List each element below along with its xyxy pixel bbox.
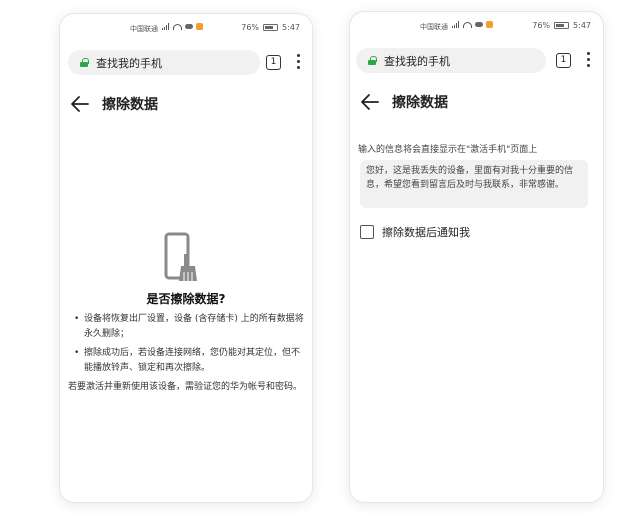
notify-checkbox[interactable] [360,225,374,239]
lock-icon [80,58,89,67]
cloud-icon [185,24,193,29]
notify-checkbox-label: 擦除数据后通知我 [382,226,470,239]
tab-switcher-button[interactable]: 1 [556,53,571,68]
url-bar[interactable]: 查找我的手机 [68,50,260,75]
clock: 5:47 [282,23,300,32]
status-bar: 中国联通 76% 5:47 [350,20,603,34]
notify-option[interactable]: 擦除数据后通知我 [360,224,470,240]
status-icons [452,21,493,28]
carrier-label: 中国联通 [420,23,448,31]
warning-list: • 设备将恢复出厂设置，设备 (含存储卡) 上的所有数据将永久删除； • 擦除成功后… [72,312,304,380]
url-title: 查找我的手机 [384,54,450,68]
phone-brush-icon [164,232,198,284]
message-textarea[interactable]: 您好，这是我丢失的设备，里面有对我十分重要的信息，希望您看到留言后及时与我联系，… [360,160,588,208]
battery-percent: 76% [532,21,551,30]
phone-screen-left: 中国联通 76% 5:47 查找我的手机 1 擦除数据 是否擦除数据? • 设备… [60,14,312,502]
page-header: 擦除数据 [70,94,158,114]
page-title: 擦除数据 [392,95,448,111]
wifi-icon [173,23,182,30]
url-bar[interactable]: 查找我的手机 [356,48,546,73]
account-note: 若要激活并重新使用该设备，需验证您的华为帐号和密码。 [68,382,303,392]
more-menu-icon[interactable] [586,52,590,67]
wifi-icon [463,21,472,28]
battery-icon [263,24,279,31]
back-arrow-icon[interactable] [70,95,90,113]
page-title: 擦除数据 [102,97,158,113]
notification-icon [196,23,203,30]
status-icons [162,23,203,30]
carrier-label: 中国联通 [130,25,158,33]
page-header: 擦除数据 [360,92,448,112]
battery-icon [554,22,570,29]
url-title: 查找我的手机 [96,56,162,70]
signal-icon [162,23,170,30]
clock: 5:47 [573,21,591,30]
signal-icon [452,21,460,28]
list-item: • 擦除成功后，若设备连接网络，您仍能对其定位，但不能播放铃声、锁定和再次擦除。 [74,348,301,373]
back-arrow-icon[interactable] [360,93,380,111]
notification-icon [486,21,493,28]
cloud-icon [475,22,483,27]
phone-screen-right: 中国联通 76% 5:47 查找我的手机 1 擦除数据 输入的信息将会直接显示在… [350,12,603,502]
battery-percent: 76% [241,23,260,32]
list-item: • 设备将恢复出厂设置，设备 (含存储卡) 上的所有数据将永久删除； [74,314,304,339]
tab-switcher-button[interactable]: 1 [266,55,281,70]
lock-icon [368,56,377,65]
more-menu-icon[interactable] [296,54,300,69]
message-hint: 输入的信息将会直接显示在"激活手机"页面上 [358,145,538,155]
confirm-title: 是否擦除数据? [146,292,226,306]
status-bar: 中国联通 76% 5:47 [60,22,312,36]
